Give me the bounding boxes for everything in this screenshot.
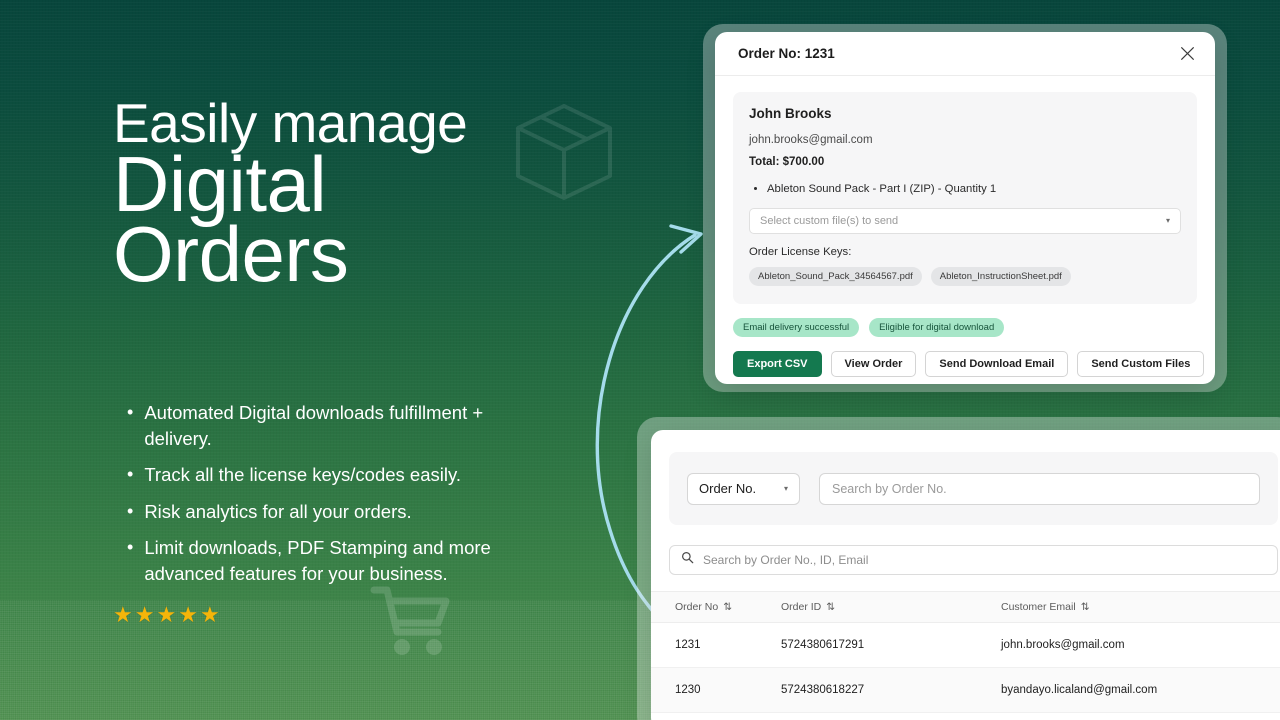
filter-search-placeholder: Search by Order No.	[832, 481, 947, 496]
close-icon[interactable]	[1176, 43, 1198, 65]
status-badge: Email delivery successful	[733, 317, 860, 337]
customer-name: John Brooks	[749, 106, 832, 121]
cell-order-id: 5724380617291	[781, 639, 865, 651]
star-rating: ★ ★ ★ ★ ★	[113, 604, 220, 626]
feature-text: Automated Digital downloads fulfillment …	[144, 402, 484, 449]
license-keys-label: Order License Keys:	[749, 245, 852, 258]
filter-field-select-value: Order No.	[699, 481, 757, 496]
hero-headline: Easily manage Digital Orders	[113, 96, 633, 298]
sort-icon: ⇅	[826, 601, 836, 613]
modal-body: John Brooks john.brooks@gmail.com Total:…	[715, 76, 1215, 304]
customer-info-card: John Brooks john.brooks@gmail.com Total:…	[733, 92, 1197, 304]
list-item: Ableton Sound Pack - Part I (ZIP) - Quan…	[767, 182, 1181, 198]
search-input[interactable]: Search by Order No., ID, Email	[669, 545, 1278, 575]
sort-icon: ⇅	[723, 601, 732, 613]
list-item: • Automated Digital downloads fulfillmen…	[127, 400, 547, 451]
list-item: • Risk analytics for all your orders.	[127, 499, 547, 525]
list-item: • Track all the license keys/codes easil…	[127, 462, 547, 488]
chevron-down-icon: ▾	[783, 484, 788, 493]
cell-customer-email: john.brooks@gmail.com	[1001, 639, 1125, 651]
custom-file-select[interactable]: Select custom file(s) to send ▾	[749, 207, 1181, 234]
table-row[interactable]: 1231 5724380617291 john.brooks@gmail.com	[651, 623, 1280, 668]
status-badge: Eligible for digital download	[869, 317, 1005, 337]
star-icon: ★	[199, 602, 220, 627]
cell-order-id: 5724380618227	[781, 684, 865, 696]
list-item: • Limit downloads, PDF Stamping and more…	[127, 535, 547, 586]
cell-customer-email: byandayo.licaland@gmail.com	[1001, 684, 1158, 696]
license-keys-list: Ableton_Sound_Pack_34564567.pdf Ableton_…	[749, 266, 1181, 286]
headline-line-3: Orders	[113, 210, 349, 298]
star-icon: ★	[113, 602, 133, 627]
column-header-label: Order ID	[781, 601, 822, 613]
order-total: Total: $700.00	[749, 156, 825, 168]
sort-icon: ⇅	[1080, 601, 1090, 613]
cell-order-no: 1230	[675, 684, 701, 696]
star-icon: ★	[156, 602, 177, 627]
order-detail-modal: Order No: 1231 John Brooks john.brooks@g…	[715, 32, 1215, 384]
orders-table: Order No ⇅ Order ID ⇅ Customer Email ⇅ 1…	[651, 591, 1280, 713]
search-row: Search by Order No., ID, Email	[669, 545, 1278, 575]
star-icon: ★	[178, 602, 198, 627]
chevron-down-icon: ▾	[1165, 216, 1170, 226]
bullet-icon: •	[127, 402, 134, 422]
customer-email: john.brooks@gmail.com	[749, 134, 873, 146]
cell-order-no: 1231	[675, 639, 701, 651]
bullet-icon: •	[127, 464, 134, 485]
filter-bar: Order No. ▾ Search by Order No.	[669, 452, 1278, 525]
orders-table-panel: Order No. ▾ Search by Order No. Search b…	[651, 430, 1280, 720]
filter-field-select[interactable]: Order No. ▾	[687, 472, 800, 505]
column-header-order-id[interactable]: Order ID ⇅	[781, 601, 1001, 613]
view-order-button[interactable]: View Order	[830, 350, 917, 377]
feature-text: Limit downloads, PDF Stamping and more a…	[144, 537, 491, 584]
column-header-customer-email[interactable]: Customer Email ⇅	[1001, 601, 1280, 613]
column-header-label: Customer Email	[1001, 601, 1076, 613]
send-custom-files-button[interactable]: Send Custom Files	[1077, 350, 1205, 377]
license-key-chip[interactable]: Ableton_InstructionSheet.pdf	[930, 266, 1071, 286]
modal-header: Order No: 1231	[715, 32, 1215, 76]
feature-list: • Automated Digital downloads fulfillmen…	[127, 400, 547, 597]
filter-search-input[interactable]: Search by Order No.	[819, 472, 1260, 505]
order-line-items: Ableton Sound Pack - Part I (ZIP) - Quan…	[749, 182, 1181, 198]
modal-action-buttons: Export CSV View Order Send Download Emai…	[715, 337, 1215, 377]
table-row[interactable]: 1230 5724380618227 byandayo.licaland@gma…	[651, 668, 1280, 713]
send-download-email-button[interactable]: Send Download Email	[925, 350, 1069, 377]
export-csv-button[interactable]: Export CSV	[733, 350, 822, 377]
table-header-row: Order No ⇅ Order ID ⇅ Customer Email ⇅	[651, 591, 1280, 623]
column-header-order-no[interactable]: Order No ⇅	[651, 601, 781, 613]
bullet-icon: •	[127, 537, 134, 558]
star-icon: ★	[134, 602, 155, 627]
column-header-label: Order No	[675, 601, 719, 613]
license-key-chip[interactable]: Ableton_Sound_Pack_34564567.pdf	[749, 266, 922, 286]
bullet-icon: •	[127, 500, 134, 521]
feature-text: Risk analytics for all your orders.	[144, 500, 412, 522]
search-icon	[681, 551, 694, 569]
feature-text: Track all the license keys/codes easily.	[144, 464, 461, 486]
search-input-placeholder: Search by Order No., ID, Email	[703, 553, 869, 567]
custom-file-select-placeholder: Select custom file(s) to send	[760, 214, 899, 227]
status-badge-group: Email delivery successful Eligible for d…	[715, 304, 1215, 337]
page-title: Order No: 1231	[738, 46, 835, 61]
